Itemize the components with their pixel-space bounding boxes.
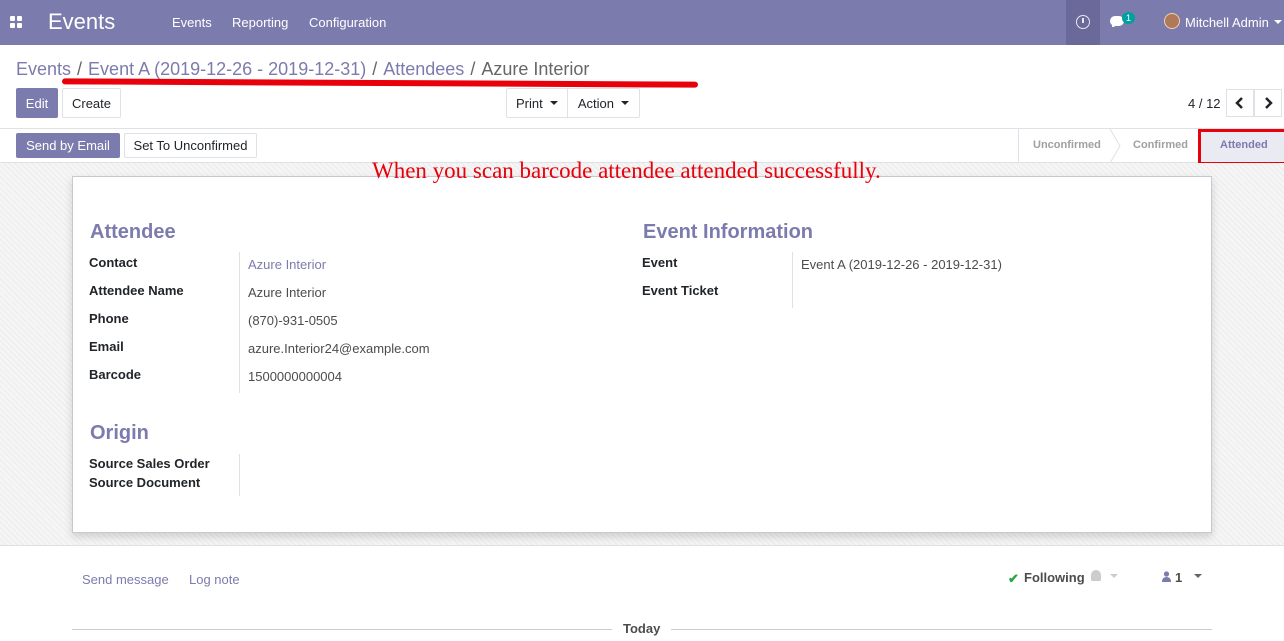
followers-count[interactable]: 1: [1175, 570, 1182, 585]
following-button[interactable]: Following: [1024, 570, 1085, 585]
breadcrumb-attendees[interactable]: Attendees: [383, 59, 464, 79]
check-icon: ✔: [1008, 571, 1019, 586]
action-dropdown[interactable]: Action: [567, 88, 640, 118]
stage-divider: [1018, 129, 1019, 163]
stage-arrow-icon: [1109, 129, 1121, 163]
create-button[interactable]: Create: [62, 88, 121, 118]
menu-configuration[interactable]: Configuration: [309, 15, 386, 30]
send-message-button[interactable]: Send message: [82, 572, 169, 587]
pager-previous-button[interactable]: [1226, 89, 1254, 117]
action-label: Action: [577, 95, 614, 111]
app-title[interactable]: Events: [48, 9, 115, 35]
pager-next-button[interactable]: [1254, 89, 1282, 117]
stage-attended[interactable]: Attended: [1220, 139, 1268, 151]
send-by-email-button[interactable]: Send by Email: [16, 133, 120, 158]
breadcrumb-separator: /: [470, 59, 476, 79]
apps-grid-icon[interactable]: [10, 16, 22, 28]
pager-value[interactable]: 4 / 12: [1188, 96, 1221, 111]
log-note-button[interactable]: Log note: [189, 572, 240, 587]
chevron-down-icon: [549, 101, 558, 105]
phone-value: (870)-931-0505: [248, 313, 338, 328]
chevron-down-icon[interactable]: [1274, 20, 1282, 24]
event-information-heading: Event Information: [643, 221, 814, 243]
annotation-text: When you scan barcode attendee attended …: [372, 158, 881, 183]
user-icon: [1162, 571, 1171, 582]
event-ticket-label: Event Ticket: [642, 283, 719, 298]
phone-label: Phone: [89, 311, 129, 326]
set-to-unconfirmed-button[interactable]: Set To Unconfirmed: [124, 133, 257, 158]
edit-button[interactable]: Edit: [16, 88, 58, 118]
field-divider: [239, 454, 240, 496]
attendee-heading: Attendee: [90, 221, 176, 243]
user-menu[interactable]: Mitchell Admin: [1185, 15, 1269, 30]
bell-icon[interactable]: [1091, 570, 1101, 581]
field-divider: [239, 252, 240, 393]
email-value: azure.Interior24@example.com: [248, 341, 430, 356]
print-label: Print: [516, 95, 543, 111]
chevron-right-icon: [1265, 97, 1273, 109]
chevron-down-icon[interactable]: [1110, 574, 1118, 578]
chevron-down-icon: [621, 101, 630, 105]
field-divider: [792, 252, 793, 308]
print-dropdown[interactable]: Print: [506, 88, 568, 118]
chevron-down-icon[interactable]: [1194, 574, 1202, 578]
menu-events[interactable]: Events: [172, 15, 212, 30]
breadcrumb-events[interactable]: Events: [16, 59, 71, 79]
top-navbar: Events Events Reporting Configuration 1 …: [0, 0, 1284, 45]
attendee-name-label: Attendee Name: [89, 283, 184, 298]
stage-confirmed[interactable]: Confirmed: [1133, 139, 1188, 151]
breadcrumb-separator: /: [77, 59, 83, 79]
chevron-left-icon: [1235, 97, 1243, 109]
breadcrumb-separator: /: [372, 59, 378, 79]
breadcrumb-current: Azure Interior: [481, 59, 590, 79]
source-sales-order-label: Source Sales Order: [89, 456, 210, 471]
stage-unconfirmed[interactable]: Unconfirmed: [1033, 139, 1101, 151]
annotation-underline: [61, 78, 699, 88]
today-label: Today: [612, 621, 672, 636]
contact-label: Contact: [89, 255, 138, 270]
breadcrumb: Events / Event A (2019-12-26 - 2019-12-31)…: [16, 59, 589, 80]
barcode-label: Barcode: [89, 367, 142, 382]
chat-badge: 1: [1122, 12, 1136, 24]
clock-icon[interactable]: [1076, 15, 1090, 29]
source-document-label: Source Document: [89, 475, 201, 490]
breadcrumb-event[interactable]: Event A (2019-12-26 - 2019-12-31): [88, 59, 366, 79]
contact-value[interactable]: Azure Interior: [248, 257, 326, 272]
origin-heading: Origin: [90, 422, 149, 444]
attendee-name-value: Azure Interior: [248, 285, 327, 300]
avatar[interactable]: [1164, 13, 1180, 29]
event-value: Event A (2019-12-26 - 2019-12-31): [801, 257, 1002, 272]
form-sheet: [72, 176, 1212, 533]
menu-reporting[interactable]: Reporting: [232, 15, 288, 30]
barcode-value: 1500000000004: [248, 369, 342, 384]
event-label: Event: [642, 255, 678, 270]
email-label: Email: [89, 339, 124, 354]
